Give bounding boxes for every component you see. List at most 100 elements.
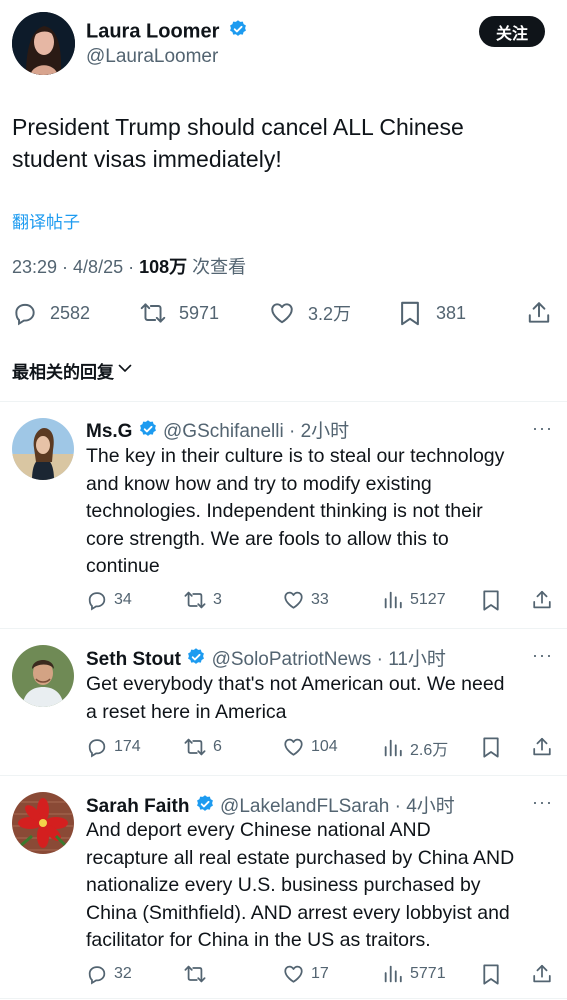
bookmark-icon bbox=[481, 736, 501, 759]
reply-author-name[interactable]: Sarah Faith bbox=[86, 796, 189, 817]
reply-text-line: facilitator for China in the US as trait… bbox=[86, 929, 431, 951]
post-timestamp[interactable]: 23:29 · 4/8/25 · bbox=[12, 257, 139, 277]
divider bbox=[0, 998, 567, 999]
reply-share-action[interactable] bbox=[531, 736, 553, 758]
author-name[interactable]: Laura Loomer bbox=[86, 19, 248, 45]
like-count: 104 bbox=[311, 738, 338, 755]
reply-count: 174 bbox=[114, 738, 141, 755]
divider bbox=[0, 628, 567, 629]
author-avatar[interactable] bbox=[12, 12, 75, 75]
reply-reply-action[interactable]: 174 bbox=[86, 736, 141, 758]
reply-time[interactable]: · 2小时 bbox=[289, 421, 349, 442]
reply-author-handle[interactable]: @SoloPatriotNews bbox=[212, 649, 372, 670]
reply-sort-label: 最相关的回复 bbox=[12, 363, 114, 382]
post-text-line: student visas immediately! bbox=[12, 146, 282, 172]
heart-icon bbox=[282, 589, 305, 611]
reply-avatar[interactable] bbox=[12, 645, 74, 707]
reply-author-name[interactable]: Seth Stout bbox=[86, 649, 181, 670]
reply-icon bbox=[86, 963, 108, 985]
reply-text-line: a reset here in America bbox=[86, 700, 287, 723]
reply-bookmark-action[interactable] bbox=[481, 963, 501, 986]
reply-action[interactable]: 2582 bbox=[12, 300, 90, 326]
reply-like-action[interactable]: 17 bbox=[282, 963, 329, 985]
bookmark-icon bbox=[481, 963, 501, 986]
reply-count: 32 bbox=[114, 965, 132, 982]
views-count: 2.6万 bbox=[410, 742, 449, 759]
share-icon bbox=[531, 963, 553, 985]
like-count: 33 bbox=[311, 591, 329, 608]
reply-author-name[interactable]: Ms.G bbox=[86, 421, 132, 442]
reply-icon bbox=[86, 589, 108, 611]
bookmark-icon bbox=[481, 589, 501, 612]
views-count: 5127 bbox=[410, 591, 446, 608]
translate-post-link[interactable]: 翻译帖子 bbox=[12, 208, 80, 233]
reply-text-line: The key in their culture is to steal our… bbox=[86, 445, 505, 467]
repost-count: 6 bbox=[213, 738, 222, 755]
divider bbox=[0, 775, 567, 776]
reply-text-line: technologies. Independent thinking is no… bbox=[86, 500, 483, 522]
like-action[interactable]: 3.2万 bbox=[268, 300, 351, 326]
share-action[interactable] bbox=[526, 300, 552, 326]
reply-avatar[interactable] bbox=[12, 418, 74, 480]
follow-button[interactable]: 关注 bbox=[479, 16, 545, 47]
reply-views-action[interactable]: 5771 bbox=[382, 963, 446, 985]
reply-like-action[interactable]: 104 bbox=[282, 736, 338, 758]
analytics-icon bbox=[382, 737, 404, 759]
bookmark-count: 381 bbox=[436, 303, 467, 323]
reply-like-action[interactable]: 33 bbox=[282, 589, 329, 611]
more-options-icon[interactable]: ··· bbox=[532, 792, 553, 813]
bookmark-icon bbox=[398, 300, 422, 327]
reply-repost-action[interactable]: 3 bbox=[183, 589, 222, 611]
reply-repost-action[interactable]: 6 bbox=[183, 736, 222, 758]
reply-text-line: recapture all real estate purchased by C… bbox=[86, 846, 515, 869]
reply-share-action[interactable] bbox=[531, 963, 553, 985]
author-handle[interactable]: @LauraLoomer bbox=[86, 46, 218, 68]
reply-share-action[interactable] bbox=[531, 589, 553, 611]
repost-icon bbox=[139, 300, 167, 326]
bookmark-action[interactable]: 381 bbox=[398, 300, 466, 327]
views-count: 108万 bbox=[139, 257, 188, 277]
repost-count: 3 bbox=[213, 591, 222, 608]
reply-text: Get everybody that's not American out. W… bbox=[86, 671, 556, 726]
repost-icon bbox=[183, 963, 207, 985]
share-icon bbox=[531, 589, 553, 611]
reply-text-line: Get everybody that's not American out. W… bbox=[86, 673, 505, 695]
verified-badge-icon bbox=[228, 19, 248, 45]
reply-avatar[interactable] bbox=[12, 792, 74, 854]
reply-text-line: And deport every Chinese national AND bbox=[86, 819, 431, 841]
reply-time[interactable]: · 4小时 bbox=[395, 796, 455, 817]
reply-author-handle[interactable]: @LakelandFLSarah bbox=[220, 796, 389, 817]
repost-action[interactable]: 5971 bbox=[139, 300, 219, 326]
reply-icon bbox=[86, 736, 108, 758]
reply-header: Seth Stout @SoloPatriotNews · 11小时 bbox=[86, 644, 446, 673]
verified-badge-icon bbox=[186, 647, 206, 673]
post-text: President Trump should cancel ALL Chines… bbox=[12, 111, 464, 175]
reply-author-handle[interactable]: @GSchifanelli bbox=[163, 421, 284, 442]
verified-badge-icon bbox=[138, 419, 158, 445]
post-meta: 23:29 · 4/8/25 · 108万 次查看 bbox=[12, 253, 246, 279]
reply-text-line: continue bbox=[86, 555, 160, 577]
reply-views-action[interactable]: 2.6万 bbox=[382, 736, 448, 760]
reply-text: And deport every Chinese national AND re… bbox=[86, 817, 556, 955]
heart-icon bbox=[282, 963, 305, 985]
share-icon bbox=[526, 300, 552, 326]
reply-sort-dropdown[interactable]: 最相关的回复 bbox=[12, 358, 133, 383]
analytics-icon bbox=[382, 963, 404, 985]
author-name-text[interactable]: Laura Loomer bbox=[86, 20, 219, 42]
reply-repost-action[interactable] bbox=[183, 963, 213, 985]
share-icon bbox=[531, 736, 553, 758]
more-options-icon[interactable]: ··· bbox=[532, 418, 553, 439]
reply-bookmark-action[interactable] bbox=[481, 736, 501, 759]
reply-text: The key in their culture is to steal our… bbox=[86, 443, 556, 581]
reply-reply-action[interactable]: 32 bbox=[86, 963, 132, 985]
repost-icon bbox=[183, 736, 207, 758]
reply-views-action[interactable]: 5127 bbox=[382, 589, 446, 611]
reply-time[interactable]: · 11小时 bbox=[377, 649, 446, 670]
like-count: 17 bbox=[311, 965, 329, 982]
reply-text-line: nationalize every U.S. business purchase… bbox=[86, 874, 481, 896]
reply-bookmark-action[interactable] bbox=[481, 589, 501, 612]
reply-reply-action[interactable]: 34 bbox=[86, 589, 132, 611]
post-text-line: President Trump should cancel ALL Chines… bbox=[12, 114, 464, 140]
chevron-down-icon bbox=[117, 360, 133, 381]
more-options-icon[interactable]: ··· bbox=[532, 645, 553, 666]
